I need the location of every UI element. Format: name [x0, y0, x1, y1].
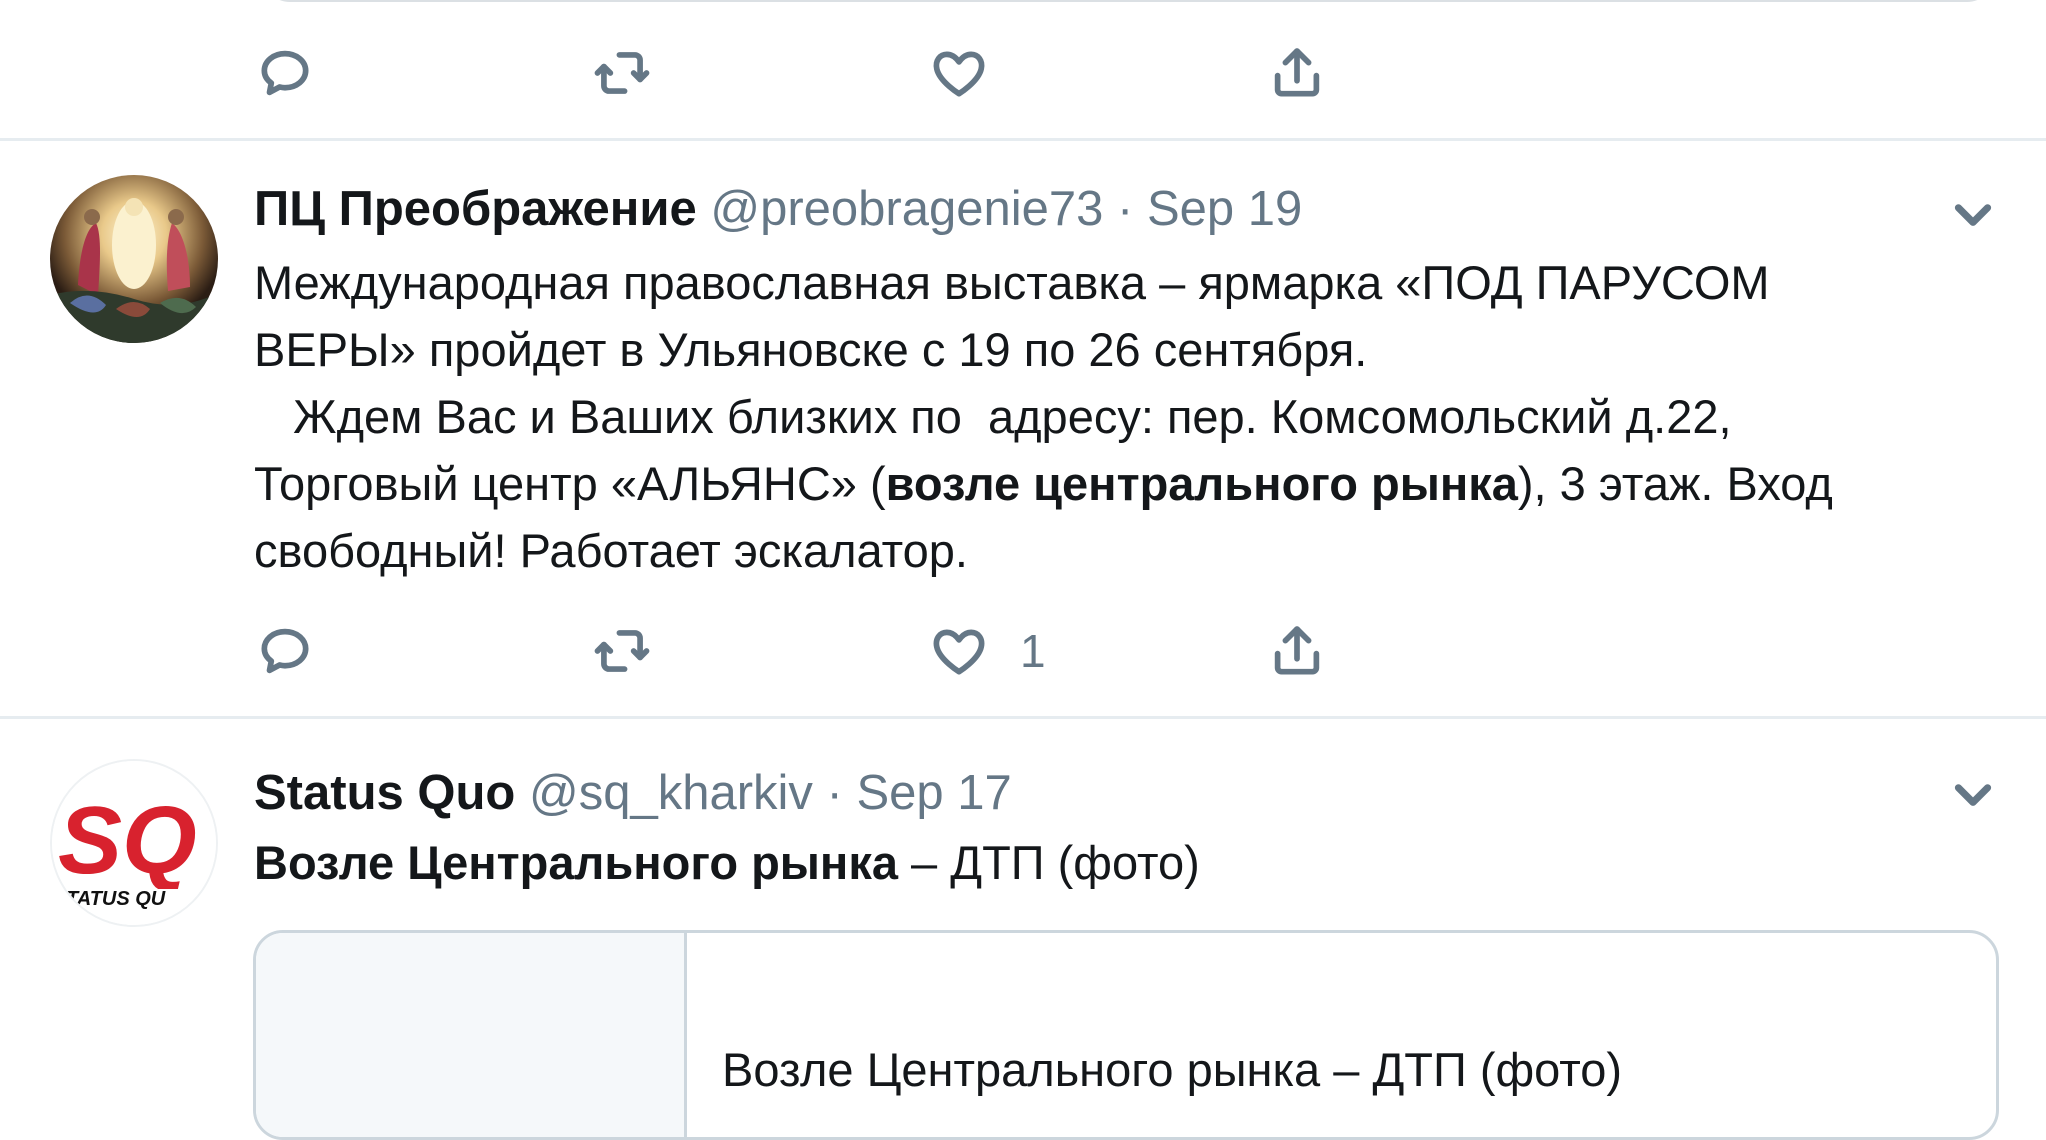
share-button[interactable] [1266, 616, 1328, 686]
tweet-date[interactable]: Sep 17 [857, 766, 1012, 820]
bold-text: возле центрального рынка [885, 457, 1518, 510]
card-thumbnail [256, 933, 687, 1137]
more-options-button[interactable] [1948, 189, 1998, 239]
avatar[interactable]: SQ TATUS QU [50, 759, 218, 927]
chevron-down-icon [1954, 204, 1992, 226]
card-title: Возле Центрального рынка – ДТП (фото) [722, 1043, 1623, 1096]
more-options-button[interactable] [1948, 769, 1998, 819]
reply-icon [261, 628, 309, 674]
tweet-text-line: Международная православная выставка – яр… [254, 256, 1770, 309]
share-button[interactable] [1266, 38, 1328, 108]
display-name[interactable]: Status Quo [254, 766, 515, 820]
reply-button[interactable] [254, 616, 316, 686]
bold-text: Возле Центрального рынка [254, 836, 898, 889]
like-icon [933, 51, 985, 97]
retweet-icon [594, 630, 650, 672]
share-icon [1274, 626, 1320, 675]
tweet-text-line: Торговый центр «АЛЬЯНС» (возле центральн… [254, 457, 1833, 510]
tweet-preobragenie[interactable]: ПЦ Преображение @preobragenie73 · Sep 19… [0, 141, 2046, 717]
previous-tweet-card-edge[interactable] [262, 0, 1995, 2]
reply-icon [261, 50, 309, 96]
reply-button[interactable] [254, 38, 316, 108]
user-handle[interactable]: @sq_kharkiv [529, 766, 813, 820]
tweet-text: Международная православная выставка – яр… [254, 249, 1994, 584]
retweet-button[interactable] [591, 38, 653, 108]
like-icon [933, 629, 985, 675]
separator-dot: · [826, 766, 843, 820]
tweet-header: Status Quo @sq_kharkiv · Sep 17 [254, 761, 1012, 825]
timeline-feed: ПЦ Преображение @preobragenie73 · Sep 19… [0, 0, 2046, 1140]
tweet-text: Возле Центрального рынка – ДТП (фото) [254, 829, 1994, 896]
status-quo-logo-avatar: SQ TATUS QU [52, 761, 216, 925]
tweet-text-line: свободный! Работает эскалатор. [254, 524, 968, 577]
avatar[interactable] [50, 175, 218, 343]
icon-painting-avatar-image [50, 175, 218, 343]
tweet-text-line: Возле Центрального рынка – ДТП (фото) [254, 836, 1200, 889]
logo-caption: TATUS QU [66, 888, 166, 910]
chevron-down-icon [1954, 784, 1992, 806]
retweet-button[interactable] [591, 616, 653, 686]
logo-text: SQ [58, 787, 197, 894]
retweet-icon [594, 52, 650, 94]
link-preview-card[interactable]: Возле Центрального рынка – ДТП (фото) [253, 930, 1999, 1140]
separator-dot: · [1117, 182, 1134, 236]
user-handle[interactable]: @preobragenie73 [710, 182, 1103, 236]
tweet-text-line: ВЕРЫ» пройдет в Ульяновске с 19 по 26 се… [254, 323, 1368, 376]
like-button[interactable]: 1 [928, 616, 1046, 686]
tweet-text-line: Ждем Вас и Ваших близких по адресу: пер.… [254, 390, 1732, 443]
display-name[interactable]: ПЦ Преображение [254, 182, 697, 236]
like-button[interactable] [928, 38, 990, 108]
tweet-actions: 1 [254, 616, 1354, 686]
tweet-header: ПЦ Преображение @preobragenie73 · Sep 19 [254, 177, 1302, 241]
previous-tweet-actions [254, 38, 1354, 108]
share-icon [1274, 48, 1320, 97]
tweet-date[interactable]: Sep 19 [1147, 182, 1302, 236]
like-count: 1 [1020, 625, 1046, 677]
